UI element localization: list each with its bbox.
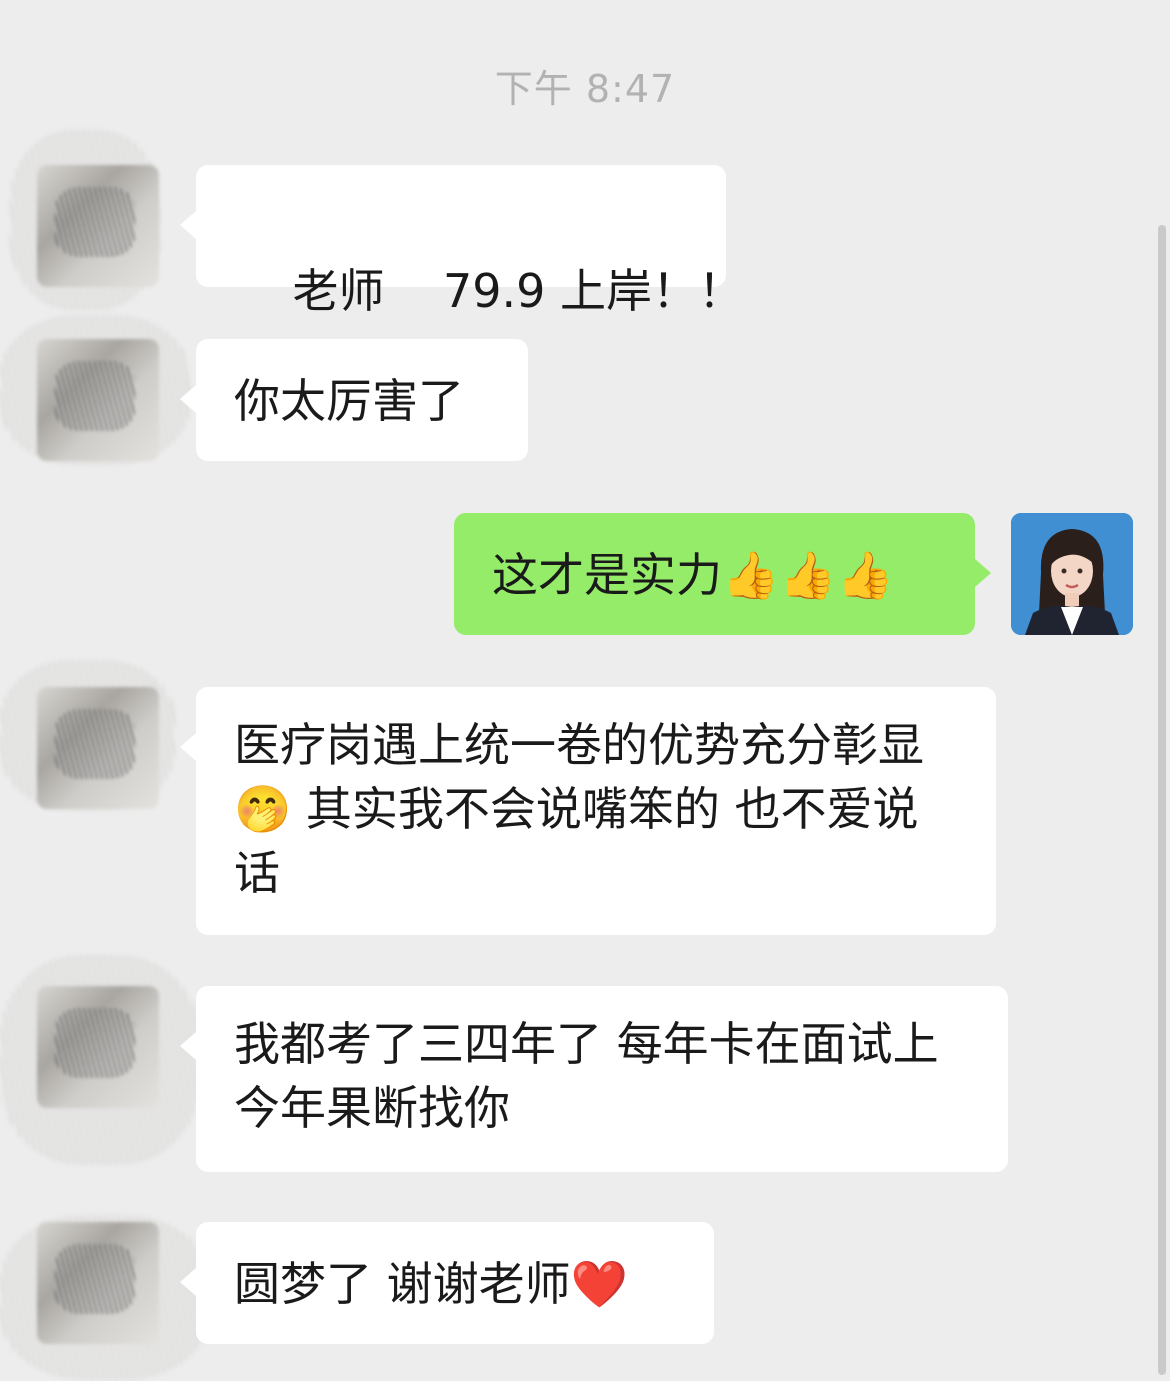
message-bubble-4[interactable]: 医疗岗遇上统一卷的优势充分彰显🤭 其实我不会说嘴笨的 也不爱说话 xyxy=(180,687,996,935)
message-text: 医疗岗遇上统一卷的优势充分彰显🤭 其实我不会说嘴笨的 也不爱说话 xyxy=(234,718,924,900)
scrollbar[interactable] xyxy=(1158,225,1166,1375)
message-text: 我都考了三四年了 每年卡在面试上 今年果断找你 xyxy=(234,1017,939,1135)
message-text: 圆梦了 谢谢老师❤️ xyxy=(234,1257,628,1311)
message-bubble-1[interactable]: 老师 79.9 上岸！！ xyxy=(180,165,744,318)
message-timestamp: 下午 8:47 xyxy=(494,67,676,111)
contact-avatar[interactable] xyxy=(37,986,159,1108)
message-bubble-6[interactable]: 圆梦了 谢谢老师❤️ xyxy=(180,1222,714,1344)
contact-avatar[interactable] xyxy=(37,687,159,809)
message-bubble-5[interactable]: 我都考了三四年了 每年卡在面试上 今年果断找你 xyxy=(180,986,1008,1172)
contact-avatar[interactable] xyxy=(37,339,159,461)
my-avatar[interactable] xyxy=(1011,513,1133,635)
message-bubble-3[interactable]: 这才是实力👍👍👍 xyxy=(454,513,991,635)
chat-view: 下午 8:47 老师 79.9 上岸！！ 你太厉害了 这才是实力👍👍👍 医疗岗遇… xyxy=(0,0,1170,1381)
message-text: 这才是实力👍👍👍 xyxy=(492,548,894,602)
message-text: 你太厉害了 xyxy=(234,374,464,428)
user-portrait-icon xyxy=(1011,513,1133,635)
message-text: 老师 79.9 上岸！！ xyxy=(292,264,745,318)
contact-avatar[interactable] xyxy=(37,1222,159,1344)
message-bubble-2[interactable]: 你太厉害了 xyxy=(180,339,528,461)
contact-avatar[interactable] xyxy=(37,165,159,287)
